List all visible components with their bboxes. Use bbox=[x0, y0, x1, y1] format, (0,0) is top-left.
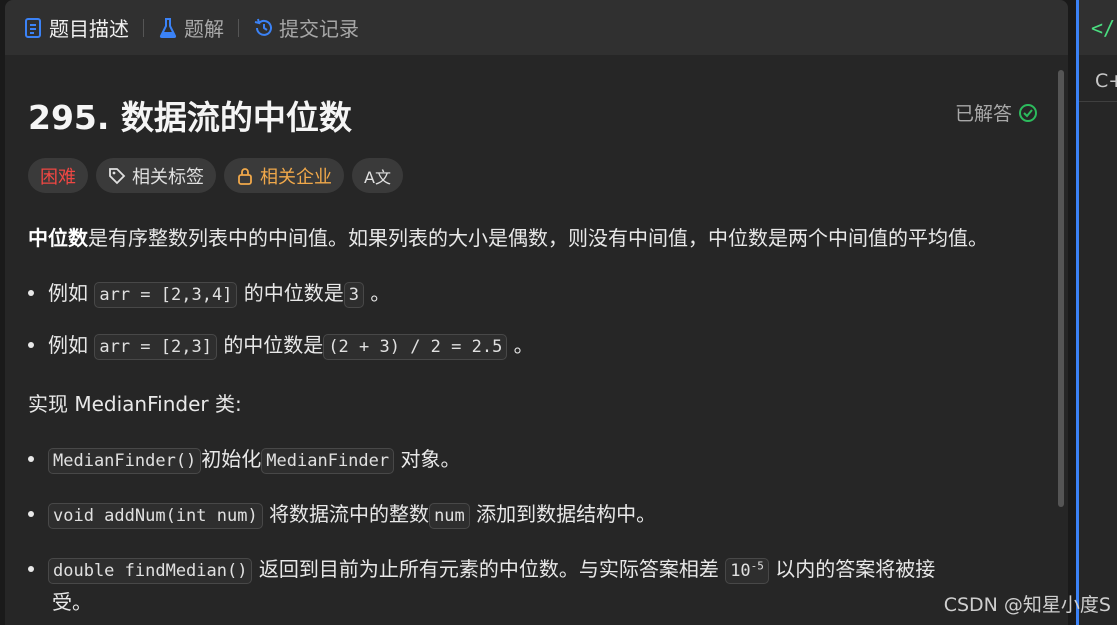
watermark: CSDN @知星小度S bbox=[943, 594, 1111, 616]
method-1: MedianFinder() 初始化 MedianFinder 对象。 bbox=[28, 443, 461, 474]
intro-text: 是有序整数列表中的中间值。如果列表的大小是偶数，则没有中间值，中位数是两个中间值… bbox=[88, 226, 988, 250]
m1-end: 对象。 bbox=[400, 447, 461, 471]
ex1-code: arr = [2,3,4] bbox=[94, 282, 238, 308]
difficulty-badge[interactable]: 困难 bbox=[28, 158, 88, 193]
m2-code2: num bbox=[429, 503, 470, 529]
related-companies-button[interactable]: 相关企业 bbox=[224, 158, 344, 193]
m3-code2-exp: -5 bbox=[750, 559, 764, 573]
related-companies-label: 相关企业 bbox=[260, 166, 332, 188]
history-icon bbox=[254, 18, 272, 36]
ex1-prefix: 例如 bbox=[48, 281, 88, 305]
ex2-code: arr = [2,3] bbox=[94, 334, 217, 360]
intro-paragraph: 中位数是有序整数列表中的中间值。如果列表的大小是偶数，则没有中间值，中位数是两个… bbox=[28, 222, 988, 251]
m1-code: MedianFinder() bbox=[48, 448, 202, 474]
m3-code2-base: 10 bbox=[730, 561, 751, 581]
tab-divider bbox=[238, 18, 239, 37]
scrollbar[interactable] bbox=[1058, 70, 1064, 507]
bullet bbox=[28, 289, 34, 296]
example-2: 例如 arr = [2,3] 的中位数是 (2 + 3) / 2 = 2.5 。 bbox=[28, 329, 534, 360]
m1-text: 初始化 bbox=[201, 447, 262, 471]
code-editor-panel: </ C+ bbox=[1076, 0, 1117, 625]
translate-icon: A文 bbox=[364, 167, 391, 187]
translate-button[interactable]: A文 bbox=[352, 158, 403, 193]
bullet bbox=[28, 455, 34, 462]
solved-label: 已解答 bbox=[954, 103, 1012, 125]
ex2-prefix: 例如 bbox=[48, 333, 88, 357]
ex1-end: 。 bbox=[370, 281, 391, 305]
tab-bar: 题目描述 题解 提交记录 bbox=[5, 0, 1068, 55]
m1-code2: MedianFinder bbox=[261, 448, 395, 474]
tab-solutions[interactable]: 题解 bbox=[158, 13, 224, 42]
m3-code2: 10-5 bbox=[725, 558, 769, 584]
check-circle-icon bbox=[1019, 103, 1037, 122]
ex2-value: (2 + 3) / 2 = 2.5 bbox=[323, 334, 508, 360]
bullet bbox=[28, 510, 34, 517]
example-1: 例如 arr = [2,3,4] 的中位数是 3 。 bbox=[28, 277, 391, 308]
m2-code: void addNum(int num) bbox=[48, 503, 263, 529]
tab-divider bbox=[143, 18, 144, 37]
code-icon[interactable]: </ bbox=[1091, 16, 1115, 40]
bullet bbox=[28, 565, 34, 572]
flask-icon bbox=[159, 17, 177, 38]
related-tags-label: 相关标签 bbox=[132, 166, 204, 188]
language-select[interactable]: C+ bbox=[1095, 70, 1117, 92]
impl-heading: 实现 MedianFinder 类: bbox=[28, 392, 242, 416]
problem-title: 295. 数据流的中位数 bbox=[28, 98, 352, 137]
m2-text: 将数据流中的整数 bbox=[269, 502, 430, 526]
m3-text: 返回到目前为止所有元素的中位数。与实际答案相差 bbox=[258, 557, 719, 581]
m3-code: double findMedian() bbox=[48, 558, 253, 584]
method-3-wrap: 受。 bbox=[52, 590, 92, 614]
problem-content: 295. 数据流的中位数 已解答 困难 相关标签 相关企业 A文 中位数是有序整… bbox=[28, 55, 1038, 625]
intro-bold: 中位数 bbox=[28, 226, 88, 250]
ex2-end: 。 bbox=[513, 333, 534, 357]
problem-panel: 题目描述 题解 提交记录 295. 数据流的中位数 已解答 困难 相关标签 相关… bbox=[5, 0, 1068, 625]
ex1-mid: 的中位数是 bbox=[243, 281, 344, 305]
description-icon bbox=[25, 17, 41, 38]
lock-icon bbox=[238, 167, 252, 185]
editor-tab-bar: </ bbox=[1079, 0, 1117, 55]
m2-end: 添加到数据结构中。 bbox=[476, 502, 657, 526]
method-3: double findMedian() 返回到目前为止所有元素的中位数。与实际答… bbox=[28, 553, 936, 584]
tab-submissions[interactable]: 提交记录 bbox=[253, 13, 359, 42]
tab-solutions-label: 题解 bbox=[184, 17, 224, 41]
method-2: void addNum(int num) 将数据流中的整数 num 添加到数据结构… bbox=[28, 498, 657, 529]
tab-description[interactable]: 题目描述 bbox=[23, 13, 129, 42]
ex1-value: 3 bbox=[343, 282, 365, 308]
ex2-mid: 的中位数是 bbox=[223, 333, 324, 357]
bullet bbox=[28, 341, 34, 348]
m3-end: 以内的答案将被接 bbox=[775, 557, 936, 581]
tag-icon bbox=[109, 167, 126, 184]
tag-row: 困难 相关标签 相关企业 A文 bbox=[28, 158, 403, 193]
editor-divider bbox=[1079, 101, 1117, 102]
tab-submissions-label: 提交记录 bbox=[279, 17, 359, 41]
related-tags-button[interactable]: 相关标签 bbox=[96, 158, 216, 193]
solved-status: 已解答 bbox=[955, 99, 1038, 126]
tab-description-label: 题目描述 bbox=[49, 17, 129, 41]
